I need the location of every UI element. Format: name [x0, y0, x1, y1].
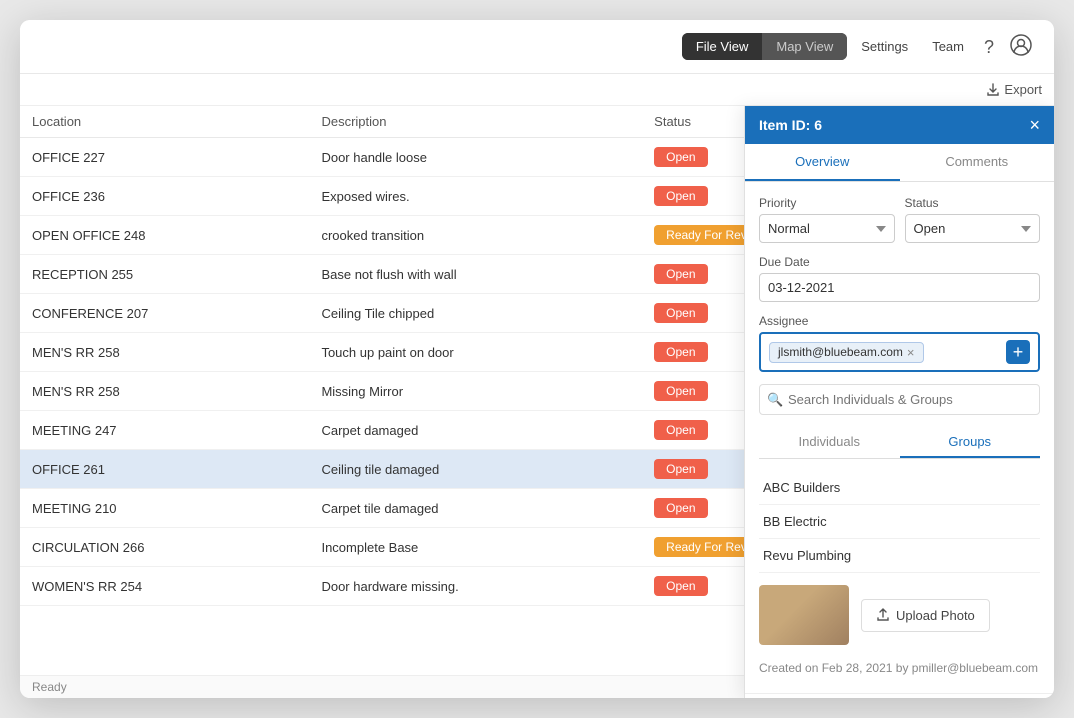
- assignee-box: jlsmith@bluebeam.com × +: [759, 332, 1040, 372]
- main-area: Location Description Status Ass OFFICE 2…: [20, 106, 1054, 698]
- group-item[interactable]: ABC Builders: [759, 471, 1040, 505]
- priority-label: Priority: [759, 196, 895, 210]
- cell-description: Exposed wires.: [309, 177, 642, 216]
- export-button[interactable]: Export: [986, 82, 1042, 97]
- cell-description: Touch up paint on door: [309, 333, 642, 372]
- cell-location: OPEN OFFICE 248: [20, 216, 309, 255]
- cell-description: crooked transition: [309, 216, 642, 255]
- assignee-email: jlsmith@bluebeam.com: [778, 345, 903, 359]
- cell-description: Base not flush with wall: [309, 255, 642, 294]
- cell-location: CONFERENCE 207: [20, 294, 309, 333]
- upload-icon: [876, 608, 890, 622]
- cell-location: MEN'S RR 258: [20, 372, 309, 411]
- cell-location: CIRCULATION 266: [20, 528, 309, 567]
- tab-comments[interactable]: Comments: [900, 144, 1055, 181]
- app-window: File View Map View Settings Team ? Expor…: [20, 20, 1054, 698]
- tab-groups[interactable]: Groups: [900, 427, 1041, 458]
- export-icon: [986, 83, 1000, 97]
- due-date-input[interactable]: [759, 273, 1040, 302]
- group-item[interactable]: Revu Plumbing: [759, 539, 1040, 573]
- col-location: Location: [20, 106, 309, 138]
- cell-description: Ceiling tile damaged: [309, 450, 642, 489]
- cell-location: OFFICE 227: [20, 138, 309, 177]
- sub-tabs: Individuals Groups: [759, 427, 1040, 459]
- cell-description: Door handle loose: [309, 138, 642, 177]
- group-item[interactable]: BB Electric: [759, 505, 1040, 539]
- created-info: Created on Feb 28, 2021 by pmiller@blueb…: [759, 657, 1040, 679]
- panel-footer: Delete Item Cancel Save: [745, 693, 1054, 698]
- search-input[interactable]: [759, 384, 1040, 415]
- assignee-group: Assignee jlsmith@bluebeam.com × +: [759, 314, 1040, 372]
- cell-description: Incomplete Base: [309, 528, 642, 567]
- tab-individuals[interactable]: Individuals: [759, 427, 900, 458]
- status-badge: Open: [654, 498, 707, 518]
- status-select[interactable]: Open In Progress Ready For Review Closed: [905, 214, 1041, 243]
- status-badge: Open: [654, 420, 707, 440]
- help-icon[interactable]: ?: [978, 34, 1000, 60]
- col-description: Description: [309, 106, 642, 138]
- cell-location: OFFICE 261: [20, 450, 309, 489]
- view-toggle: File View Map View: [682, 33, 847, 60]
- status-badge: Open: [654, 303, 707, 323]
- upload-photo-button[interactable]: Upload Photo: [861, 599, 990, 632]
- cell-description: Missing Mirror: [309, 372, 642, 411]
- status-badge: Open: [654, 576, 707, 596]
- remove-assignee-btn[interactable]: ×: [907, 345, 915, 360]
- detail-panel: Item ID: 6 × Overview Comments Priority …: [744, 106, 1054, 698]
- status-bar: Ready: [20, 675, 744, 698]
- cell-location: MEETING 247: [20, 411, 309, 450]
- user-icon[interactable]: [1004, 30, 1038, 63]
- toolbar: Export: [20, 74, 1054, 106]
- cell-location: WOMEN'S RR 254: [20, 567, 309, 606]
- search-icon: 🔍: [767, 392, 783, 408]
- status-badge: Open: [654, 147, 707, 167]
- map-view-btn[interactable]: Map View: [762, 33, 847, 60]
- due-date-group: Due Date: [759, 255, 1040, 302]
- cell-description: Carpet tile damaged: [309, 489, 642, 528]
- cell-description: Ceiling Tile chipped: [309, 294, 642, 333]
- panel-title: Item ID: 6: [759, 117, 822, 133]
- status-badge: Open: [654, 264, 707, 284]
- photo-row: Upload Photo: [759, 585, 1040, 645]
- file-view-btn[interactable]: File View: [682, 33, 763, 60]
- priority-group: Priority Normal Low High Critical: [759, 196, 895, 243]
- group-list: ABC BuildersBB ElectricRevu Plumbing: [759, 471, 1040, 573]
- status-group: Status Open In Progress Ready For Review…: [905, 196, 1041, 243]
- photo-thumbnail: [759, 585, 849, 645]
- panel-body: Priority Normal Low High Critical Status…: [745, 182, 1054, 693]
- top-nav: File View Map View Settings Team ?: [20, 20, 1054, 74]
- add-assignee-button[interactable]: +: [1006, 340, 1030, 364]
- priority-status-row: Priority Normal Low High Critical Status…: [759, 196, 1040, 243]
- panel-tabs: Overview Comments: [745, 144, 1054, 182]
- priority-select[interactable]: Normal Low High Critical: [759, 214, 895, 243]
- status-badge: Open: [654, 459, 707, 479]
- team-btn[interactable]: Team: [922, 33, 974, 60]
- cell-description: Door hardware missing.: [309, 567, 642, 606]
- status-badge: Open: [654, 381, 707, 401]
- status-badge: Open: [654, 186, 707, 206]
- cell-location: RECEPTION 255: [20, 255, 309, 294]
- panel-close-button[interactable]: ×: [1029, 116, 1040, 134]
- cell-location: OFFICE 236: [20, 177, 309, 216]
- panel-header: Item ID: 6 ×: [745, 106, 1054, 144]
- assignee-label: Assignee: [759, 314, 1040, 328]
- tab-overview[interactable]: Overview: [745, 144, 900, 181]
- settings-btn[interactable]: Settings: [851, 33, 918, 60]
- assignee-tag: jlsmith@bluebeam.com ×: [769, 342, 924, 363]
- cell-location: MEN'S RR 258: [20, 333, 309, 372]
- cell-description: Carpet damaged: [309, 411, 642, 450]
- search-wrapper: 🔍: [759, 384, 1040, 415]
- due-date-label: Due Date: [759, 255, 1040, 269]
- status-badge: Open: [654, 342, 707, 362]
- status-label: Status: [905, 196, 1041, 210]
- cell-location: MEETING 210: [20, 489, 309, 528]
